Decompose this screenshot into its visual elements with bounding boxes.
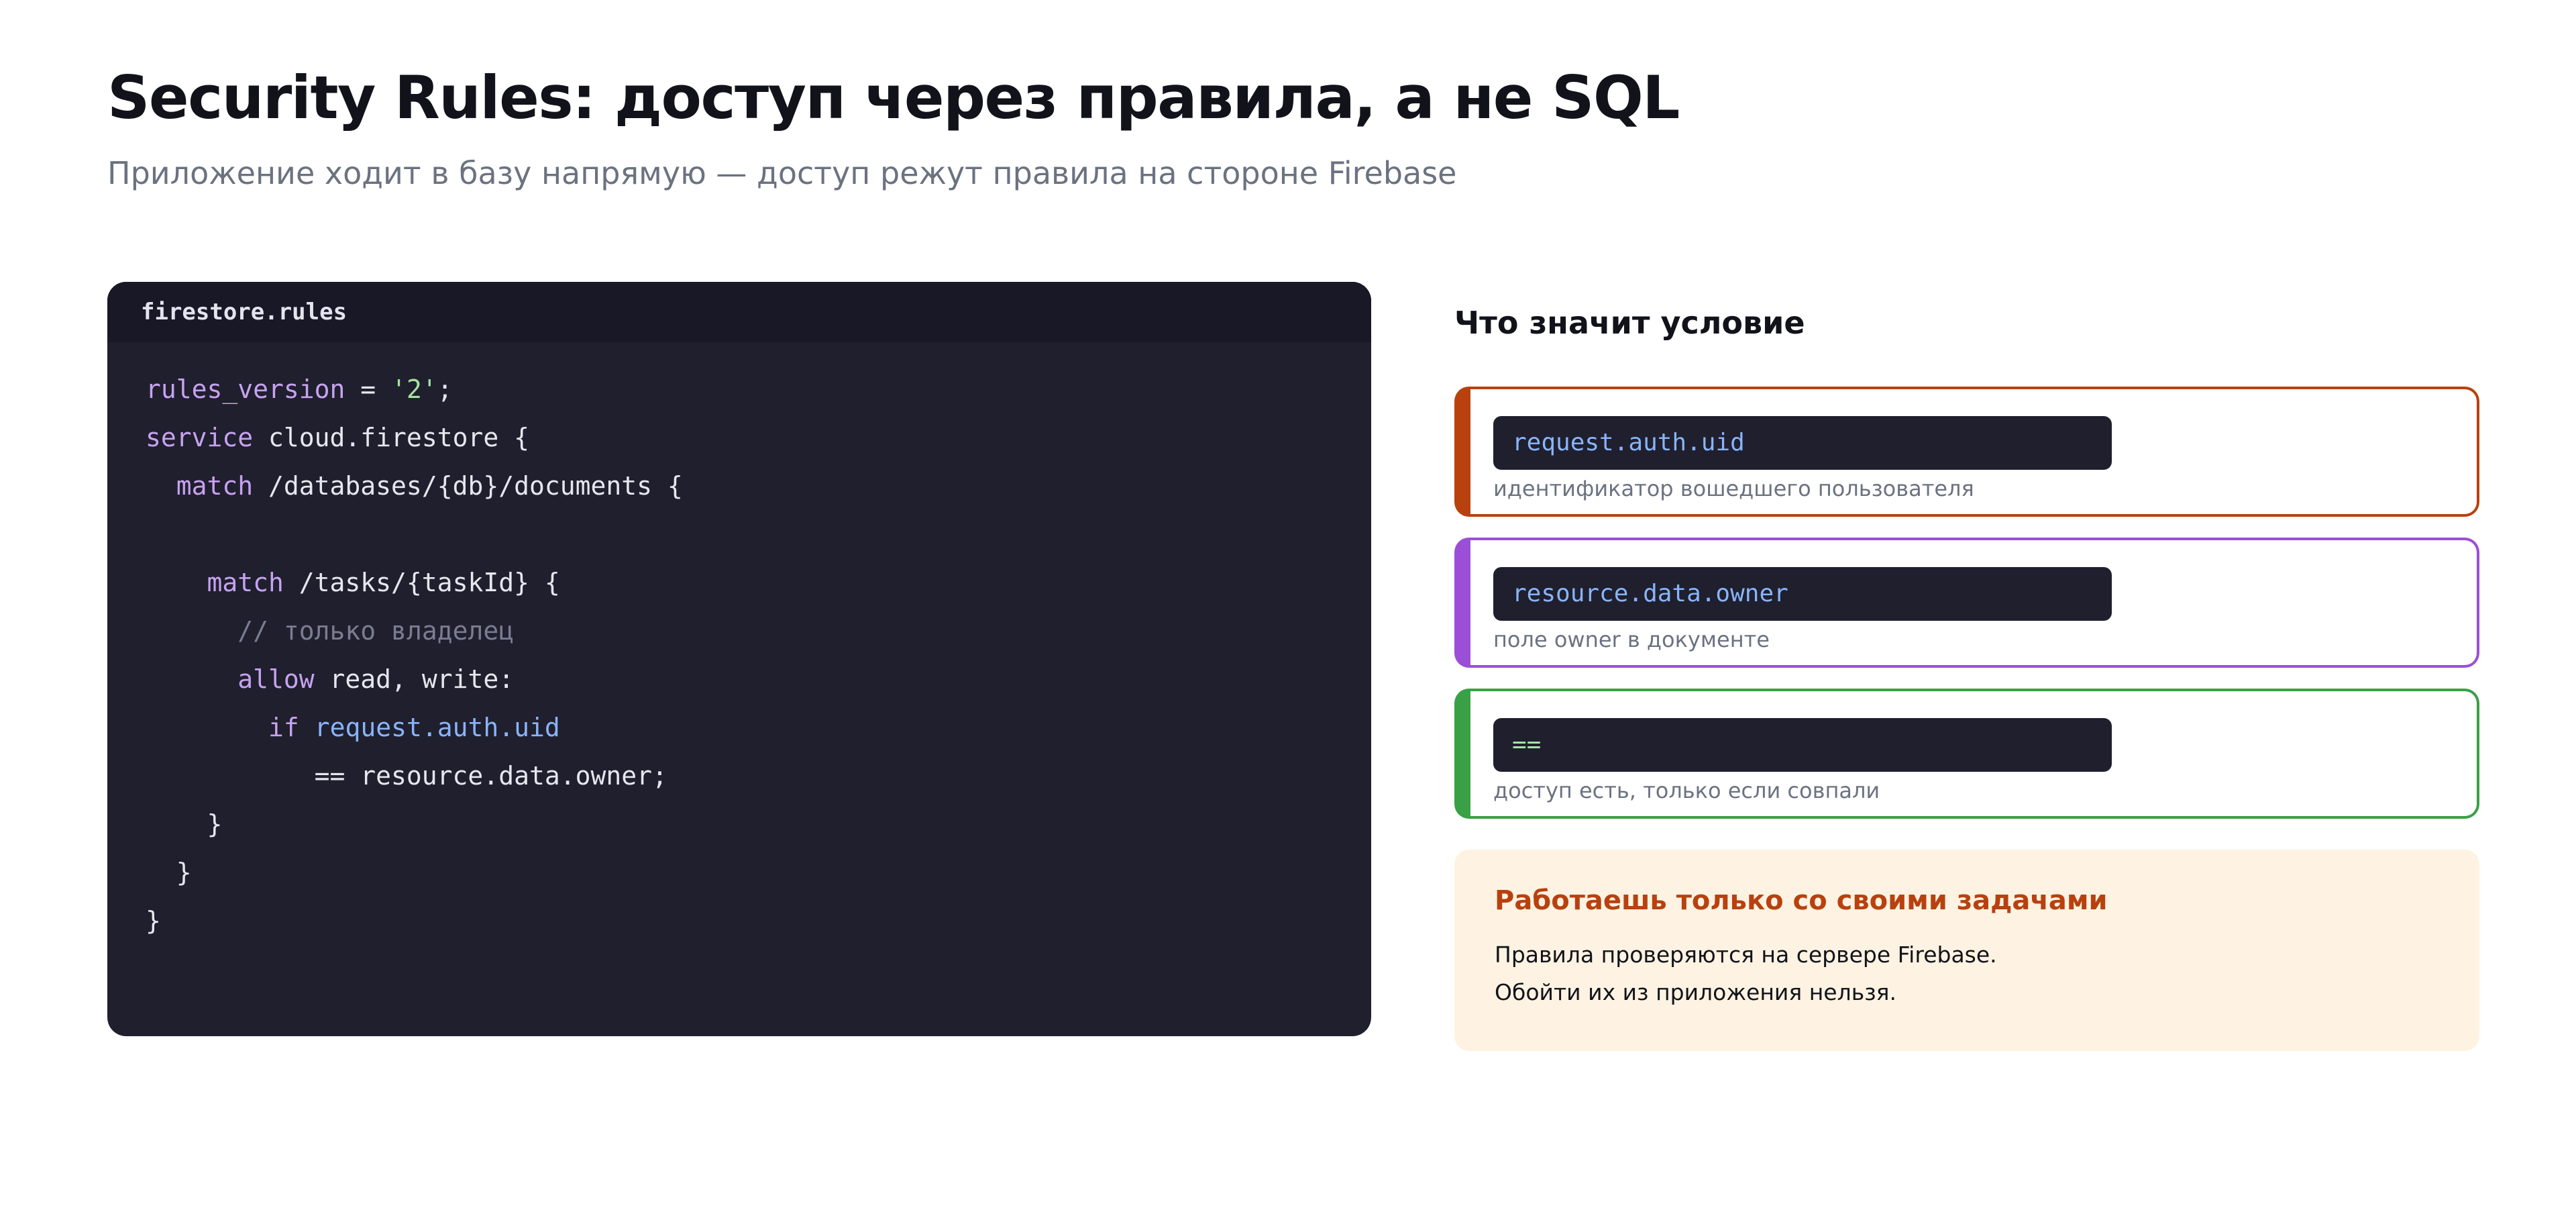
code-token: } — [146, 809, 223, 839]
code-token: == resource.data.owner; — [146, 761, 667, 791]
code-line: match /databases/{db}/documents { — [146, 462, 683, 510]
code-line: rules_version = '2'; — [146, 365, 683, 413]
summary-note: Работаешь только со своими задачами Прав… — [1454, 850, 2479, 1051]
note-line: Обойти их из приложения нельзя. — [1495, 979, 1897, 1005]
code-token: /tasks/{taskId} { — [283, 568, 560, 597]
code-line: // только владелец — [146, 607, 683, 655]
code-token: request.auth.uid — [314, 713, 560, 742]
code-line: if request.auth.uid — [146, 703, 683, 752]
code-token: = — [345, 374, 392, 404]
code-token: // только владелец — [237, 616, 515, 646]
code-line: match /tasks/{taskId} { — [146, 558, 683, 607]
code-line: } — [146, 800, 683, 848]
code-token: match — [207, 568, 284, 597]
code-line: allow read, write: — [146, 655, 683, 703]
code-token: rules_version — [146, 374, 345, 404]
code-token: cloud.firestore { — [253, 423, 529, 452]
code-line: } — [146, 897, 683, 945]
code-token: } — [146, 906, 161, 936]
code-editor-panel: firestore.rules rules_version = '2'; serv… — [107, 282, 1371, 1036]
code-line: == resource.data.owner; — [146, 752, 683, 800]
condition-card-equality: == доступ есть, только если совпали — [1454, 689, 2479, 819]
condition-card-data-owner: resource.data.owner поле owner в докумен… — [1454, 538, 2479, 668]
condition-code: == — [1493, 718, 2112, 772]
code-token: allow — [237, 664, 315, 694]
condition-code: resource.data.owner — [1493, 567, 2112, 621]
page-subtitle: Приложение ходит в базу напрямую — досту… — [107, 155, 1457, 191]
code-token: service — [146, 423, 254, 452]
code-line: } — [146, 848, 683, 897]
condition-description: поле owner в документе — [1493, 627, 1770, 652]
note-line: Правила проверяются на сервере Firebase. — [1495, 942, 1997, 968]
code-token: /databases/{db}/documents { — [253, 471, 683, 501]
condition-code: request.auth.uid — [1493, 416, 2112, 470]
code-token: ; — [437, 374, 453, 404]
note-title: Работаешь только со своими задачами — [1495, 885, 2108, 916]
condition-description: идентификатор вошедшего пользователя — [1493, 476, 1974, 501]
code-token: if — [268, 713, 299, 742]
page-title: Security Rules: доступ через правила, а … — [107, 63, 1680, 132]
conditions-heading: Что значит условие — [1454, 305, 1805, 341]
code-token: read, write: — [314, 664, 515, 694]
editor-filename-tab: firestore.rules — [107, 282, 1371, 342]
code-block: rules_version = '2'; service cloud.firest… — [146, 365, 683, 945]
code-token: } — [146, 858, 192, 887]
code-token: '2' — [391, 374, 437, 404]
code-token: match — [176, 471, 254, 501]
condition-card-auth-uid: request.auth.uid идентификатор вошедшего… — [1454, 387, 2479, 517]
code-line: service cloud.firestore { — [146, 413, 683, 462]
condition-description: доступ есть, только если совпали — [1493, 778, 1880, 803]
